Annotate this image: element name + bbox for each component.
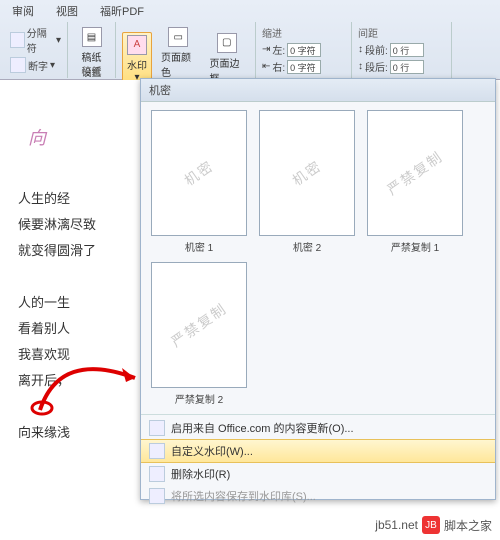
menu-save-watermark: 将所选内容保存到水印库(S)... xyxy=(141,485,495,507)
page-border-icon: ▢ xyxy=(217,33,237,53)
indent-left-input[interactable]: 0 字符 xyxy=(287,43,321,57)
globe-icon xyxy=(149,420,165,436)
watermark-small-icon xyxy=(149,443,165,459)
save-icon xyxy=(149,488,165,504)
hyphen-label[interactable]: 断字 xyxy=(28,58,48,73)
indent-left-icon: ⇥ xyxy=(262,44,270,55)
footer-logo-icon: JB xyxy=(422,516,440,534)
doc-line: 离开后， xyxy=(18,368,144,394)
breaks-label[interactable]: 分隔符 xyxy=(27,25,54,55)
doc-line: 人的一生 xyxy=(18,290,144,316)
spacing-title: 间距 xyxy=(358,25,445,40)
doc-line xyxy=(18,394,144,420)
footer-brand: 脚本之家 xyxy=(444,517,492,534)
watermark-thumb[interactable]: 机密 xyxy=(151,110,247,236)
breaks-icon xyxy=(10,32,25,48)
tab-review[interactable]: 审阅 xyxy=(8,2,38,18)
doc-line: 候要淋漓尽致 xyxy=(18,212,144,238)
tab-foxit[interactable]: 福昕PDF xyxy=(96,2,148,18)
manuscript-icon: ▤ xyxy=(82,27,102,47)
watermark-thumb[interactable]: 严禁复制 xyxy=(151,262,247,388)
doc-line: 向来缘浅 xyxy=(18,420,144,446)
spacing-before-label: 段前: xyxy=(365,42,388,57)
thumb-label: 严禁复制 1 xyxy=(365,239,465,254)
doc-line xyxy=(18,264,144,290)
footer-site: jb51.net xyxy=(375,518,418,532)
indent-title: 缩进 xyxy=(262,25,345,40)
spacing-after-icon: ↕ xyxy=(358,61,363,72)
doc-line: 我喜欢现 xyxy=(18,342,144,368)
group-label-manuscript: 稿纸 xyxy=(68,63,115,78)
menu-office-updates[interactable]: 启用来自 Office.com 的内容更新(O)... xyxy=(141,417,495,439)
remove-icon xyxy=(149,466,165,482)
gallery-menu: 启用来自 Office.com 的内容更新(O)... 自定义水印(W)... … xyxy=(141,414,495,509)
indent-right-icon: ⇤ xyxy=(262,61,270,72)
thumb-label: 严禁复制 2 xyxy=(149,391,249,406)
thumb-label: 机密 2 xyxy=(257,239,357,254)
spacing-after-input[interactable]: 0 行 xyxy=(390,60,424,74)
indent-right-input[interactable]: 0 字符 xyxy=(287,60,321,74)
watermark-icon: A xyxy=(127,35,147,55)
doc-line: 看着别人 xyxy=(18,316,144,342)
doc-line: 就变得圆滑了 xyxy=(18,238,144,264)
thumb-label: 机密 1 xyxy=(149,239,249,254)
spacing-after-label: 段后: xyxy=(365,59,388,74)
ribbon-tabs: 审阅 视图 福昕PDF xyxy=(0,0,500,20)
ribbon: 审阅 视图 福昕PDF 分隔符▾ 断字▾ ▤ 稿纸 设置 稿纸 A 水印▾ ▭ xyxy=(0,0,500,80)
doc-title: 向 xyxy=(28,120,144,156)
indent-right-label: 右: xyxy=(272,59,285,74)
indent-left-label: 左: xyxy=(272,42,285,57)
spacing-before-icon: ↕ xyxy=(358,44,363,55)
doc-line: 人生的经 xyxy=(18,186,144,212)
menu-custom-watermark[interactable]: 自定义水印(W)... xyxy=(141,439,495,463)
footer: jb51.net JB 脚本之家 xyxy=(375,516,492,534)
gallery-header: 机密 xyxy=(141,79,495,102)
page-color-icon: ▭ xyxy=(168,27,188,47)
tab-view[interactable]: 视图 xyxy=(52,2,82,18)
spacing-before-input[interactable]: 0 行 xyxy=(390,43,424,57)
document-area: 向 人生的经候要淋漓尽致就变得圆滑了 人的一生看着别人我喜欢现离开后， 向来缘浅 xyxy=(0,80,150,540)
menu-remove-watermark[interactable]: 删除水印(R) xyxy=(141,463,495,485)
watermark-thumb[interactable]: 机密 xyxy=(259,110,355,236)
hyphen-icon xyxy=(10,57,26,73)
watermark-gallery: 机密 机密机密 1机密机密 2严禁复制严禁复制 1严禁复制严禁复制 2 启用来自… xyxy=(140,78,496,500)
watermark-thumb[interactable]: 严禁复制 xyxy=(367,110,463,236)
